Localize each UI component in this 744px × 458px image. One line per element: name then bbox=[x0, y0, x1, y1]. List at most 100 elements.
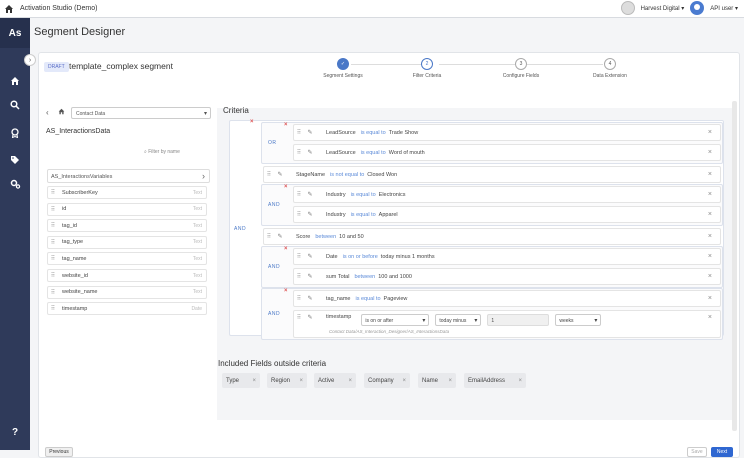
criteria-value[interactable]: 10 and 50 bbox=[339, 234, 363, 240]
included-field-chip[interactable]: Region × bbox=[267, 373, 307, 388]
drag-handle-icon[interactable]: ⠿ bbox=[48, 272, 58, 279]
group-operator-label[interactable]: OR bbox=[268, 140, 277, 146]
criteria-operator[interactable]: is equal to bbox=[355, 296, 380, 302]
drag-handle-icon[interactable]: ⠿ bbox=[48, 255, 58, 262]
criteria-value[interactable]: today minus 1 months bbox=[381, 254, 435, 260]
remove-row-icon[interactable]: × bbox=[708, 314, 712, 321]
criteria-row[interactable]: ⠿ ✎ sum Total between 100 and 1000 × bbox=[293, 268, 721, 285]
criteria-operator[interactable]: is on or before bbox=[343, 254, 378, 260]
drag-handle-icon[interactable]: ⠿ bbox=[294, 295, 304, 302]
drag-handle-icon[interactable]: ⠿ bbox=[48, 206, 58, 213]
help-icon[interactable]: ? bbox=[0, 423, 30, 441]
drag-handle-icon[interactable]: ⠿ bbox=[48, 305, 58, 312]
remove-chip-icon[interactable]: × bbox=[518, 378, 522, 384]
drag-handle-icon[interactable]: ⠿ bbox=[294, 211, 304, 218]
remove-row-icon[interactable]: × bbox=[708, 129, 712, 136]
field-item[interactable]: ⠿ website_name Text bbox=[47, 285, 207, 299]
criteria-row[interactable]: ⠿ ✎ tag_name is equal to Pageview × bbox=[293, 290, 721, 307]
step-1-indicator[interactable]: ✓ bbox=[337, 58, 349, 70]
remove-row-icon[interactable]: × bbox=[708, 233, 712, 240]
step-3-indicator[interactable]: 3 bbox=[515, 58, 527, 70]
previous-button[interactable]: Previous bbox=[45, 447, 73, 457]
remove-group-icon[interactable]: × bbox=[250, 119, 254, 125]
remove-group-icon[interactable]: × bbox=[284, 122, 288, 128]
criteria-operator[interactable]: is equal to bbox=[351, 212, 376, 218]
criteria-row[interactable]: ⠿ ✎ Industry is equal to Electronics × bbox=[293, 186, 721, 203]
remove-chip-icon[interactable]: × bbox=[299, 378, 303, 384]
group-operator-label[interactable]: AND bbox=[268, 264, 280, 270]
save-button[interactable]: Save bbox=[687, 447, 707, 457]
drag-handle-icon[interactable]: ⠿ bbox=[48, 189, 58, 196]
remove-row-icon[interactable]: × bbox=[708, 253, 712, 260]
edit-icon[interactable]: ✎ bbox=[304, 253, 316, 260]
criteria-operator[interactable]: is equal to bbox=[351, 192, 376, 198]
criteria-row[interactable]: ⠿ ✎ Score between 10 and 50 × bbox=[263, 228, 721, 245]
group-operator-label[interactable]: AND bbox=[268, 311, 280, 317]
criteria-operator[interactable]: is equal to bbox=[361, 130, 386, 136]
edit-icon[interactable]: ✎ bbox=[304, 295, 316, 302]
org-selector[interactable]: Harvest Digital ▾ bbox=[641, 5, 685, 12]
criteria-operator[interactable]: is not equal to bbox=[330, 172, 364, 178]
remove-group-icon[interactable]: × bbox=[284, 184, 288, 190]
root-operator-label[interactable]: AND bbox=[234, 226, 246, 232]
included-field-chip[interactable]: Active × bbox=[314, 373, 356, 388]
collapse-sidebar-button[interactable]: › bbox=[24, 54, 36, 66]
criteria-row[interactable]: ⠿ ✎ LeadSource is equal to Word of mouth × bbox=[293, 144, 721, 161]
remove-group-icon[interactable]: × bbox=[284, 288, 288, 294]
drag-handle-icon[interactable]: ⠿ bbox=[294, 149, 304, 156]
sidebar-item-search[interactable] bbox=[0, 96, 30, 114]
data-source-dropdown[interactable]: Contact Data bbox=[71, 107, 211, 119]
edit-icon[interactable]: ✎ bbox=[304, 211, 316, 218]
remove-chip-icon[interactable]: × bbox=[252, 378, 256, 384]
remove-row-icon[interactable]: × bbox=[708, 149, 712, 156]
unit-select[interactable]: weeks bbox=[555, 314, 602, 326]
criteria-value[interactable]: Pageview bbox=[384, 296, 408, 302]
criteria-operator[interactable]: between bbox=[315, 234, 336, 240]
remove-chip-icon[interactable]: × bbox=[348, 378, 352, 384]
sidebar-item-settings[interactable] bbox=[0, 175, 30, 193]
remove-chip-icon[interactable]: × bbox=[448, 378, 452, 384]
drag-handle-icon[interactable]: ⠿ bbox=[294, 273, 304, 280]
amount-input[interactable]: 1 bbox=[487, 314, 550, 326]
included-field-chip[interactable]: Company × bbox=[364, 373, 410, 388]
field-item[interactable]: ⠿ SubscriberKey Text bbox=[47, 186, 207, 199]
app-logo[interactable]: As bbox=[0, 18, 30, 48]
criteria-operator[interactable]: is equal to bbox=[361, 150, 386, 156]
drag-handle-icon[interactable]: ⠿ bbox=[264, 233, 274, 240]
home-icon[interactable] bbox=[58, 108, 65, 117]
remove-chip-icon[interactable]: × bbox=[402, 378, 406, 384]
field-item[interactable]: ⠿ tag_name Text bbox=[47, 252, 207, 266]
edit-icon[interactable]: ✎ bbox=[274, 233, 286, 240]
criteria-row[interactable]: ⠿ ✎ Industry is equal to Apparel × bbox=[293, 206, 721, 223]
criteria-value[interactable]: Trade Show bbox=[389, 130, 418, 136]
home-icon[interactable] bbox=[0, 0, 18, 18]
edit-icon[interactable]: ✎ bbox=[304, 129, 316, 136]
edit-icon[interactable]: ✎ bbox=[304, 314, 316, 321]
included-field-chip[interactable]: EmailAddress × bbox=[464, 373, 526, 388]
remove-group-icon[interactable]: × bbox=[284, 246, 288, 252]
sidebar-item-home[interactable] bbox=[0, 72, 30, 90]
edit-icon[interactable]: ✎ bbox=[274, 171, 286, 178]
drag-handle-icon[interactable]: ⠿ bbox=[48, 239, 58, 246]
filter-input[interactable]: ⌕ Filter by name bbox=[144, 149, 180, 155]
included-field-chip[interactable]: Type × bbox=[222, 373, 260, 388]
field-item[interactable]: ⠿ id Text bbox=[47, 202, 207, 216]
field-item[interactable]: ⠿ tag_type Text bbox=[47, 235, 207, 249]
criteria-value[interactable]: 100 and 1000 bbox=[378, 274, 412, 280]
criteria-value[interactable]: Closed Won bbox=[367, 172, 397, 178]
drag-handle-icon[interactable]: ⠿ bbox=[48, 222, 58, 229]
remove-row-icon[interactable]: × bbox=[708, 191, 712, 198]
group-operator-label[interactable]: AND bbox=[268, 202, 280, 208]
criteria-row[interactable]: ⠿ ✎ StageName is not equal to Closed Won × bbox=[263, 166, 721, 183]
criteria-operator[interactable]: between bbox=[354, 274, 375, 280]
relative-date-select[interactable]: today minus bbox=[435, 314, 482, 326]
drag-handle-icon[interactable]: ⠿ bbox=[48, 289, 58, 296]
drag-handle-icon[interactable]: ⠿ bbox=[264, 171, 274, 178]
sidebar-item-tags[interactable] bbox=[0, 151, 30, 169]
field-item[interactable]: ⠿ website_id Text bbox=[47, 269, 207, 282]
next-button[interactable]: Next bbox=[711, 447, 733, 457]
back-icon[interactable]: ‹ bbox=[46, 108, 49, 117]
criteria-row[interactable]: ⠿ ✎ LeadSource is equal to Trade Show × bbox=[293, 124, 721, 141]
included-field-chip[interactable]: Name × bbox=[418, 373, 456, 388]
drag-handle-icon[interactable]: ⠿ bbox=[294, 253, 304, 260]
